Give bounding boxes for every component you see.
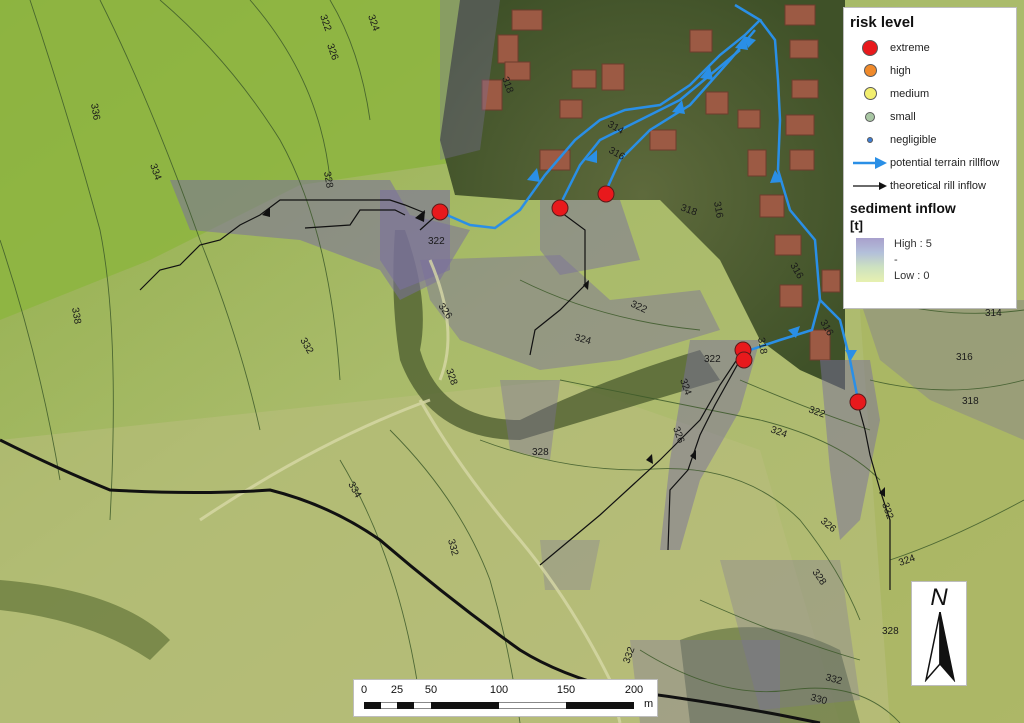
risk-point-extreme <box>551 199 569 217</box>
extreme-marker-icon <box>862 39 878 56</box>
scale-label: 0 <box>360 684 368 696</box>
risk-point-extreme <box>597 185 615 203</box>
legend-item-high: high <box>850 59 1010 82</box>
negligible-marker-icon <box>867 136 873 143</box>
contour-label: 318 <box>962 396 979 407</box>
contour-label: 314 <box>985 308 1002 319</box>
sediment-ramp: High : 5 - Low : 0 <box>850 238 1010 282</box>
legend-item-extreme: extreme <box>850 36 1010 59</box>
scale-unit: m <box>644 698 654 710</box>
legend-item-medium: medium <box>850 82 1010 105</box>
risk-point-extreme <box>849 393 867 411</box>
high-marker-icon <box>863 64 877 77</box>
north-arrow-icon <box>924 612 956 682</box>
ramp-mid-dash: - <box>894 254 898 266</box>
contour-label: 316 <box>956 352 973 363</box>
contour-label: 322 <box>428 236 445 247</box>
legend-item-rillflow: potential terrain rillflow <box>850 151 1010 174</box>
scale-bar-graphic <box>364 702 634 709</box>
legend-item-label: potential terrain rillflow <box>890 156 1000 169</box>
legend-item-label: high <box>890 64 911 77</box>
legend-item-small: small <box>850 105 1010 128</box>
scale-bar: 0 25 50 100 150 200 m <box>353 679 658 717</box>
north-letter: N <box>930 584 948 611</box>
legend-item-label: small <box>890 110 916 123</box>
scale-label: 100 <box>489 684 509 696</box>
small-marker-icon <box>865 111 875 122</box>
scale-label: 150 <box>556 684 576 696</box>
scale-label: 200 <box>624 684 644 696</box>
sediment-title: sediment inflow <box>850 200 956 216</box>
map-legend: risk level extreme high medium small neg… <box>843 7 1017 309</box>
legend-item-negligible: negligible <box>850 128 1010 151</box>
legend-item-label: extreme <box>890 41 930 54</box>
risk-point-extreme <box>431 203 449 221</box>
medium-marker-icon <box>863 87 877 100</box>
legend-item-label: negligible <box>890 133 937 146</box>
black-arrow-icon <box>853 181 887 190</box>
ramp-high-label: High : 5 <box>894 238 932 250</box>
legend-item-rill-inflow: theoretical rill inflow <box>850 174 1010 197</box>
scale-label: 50 <box>424 684 438 696</box>
contour-label: 328 <box>532 447 549 458</box>
risk-point-extreme <box>735 351 753 369</box>
sediment-unit: [t] <box>850 218 863 233</box>
contour-label: 322 <box>704 354 721 365</box>
legend-title: risk level <box>850 14 915 31</box>
north-arrow: N <box>911 581 967 686</box>
blue-arrow-icon <box>853 156 887 169</box>
contour-label: 328 <box>882 626 899 637</box>
scale-label: 25 <box>390 684 404 696</box>
legend-item-label: theoretical rill inflow <box>890 179 986 192</box>
color-ramp <box>856 238 884 282</box>
legend-item-label: medium <box>890 87 930 100</box>
ramp-low-label: Low : 0 <box>894 270 930 282</box>
